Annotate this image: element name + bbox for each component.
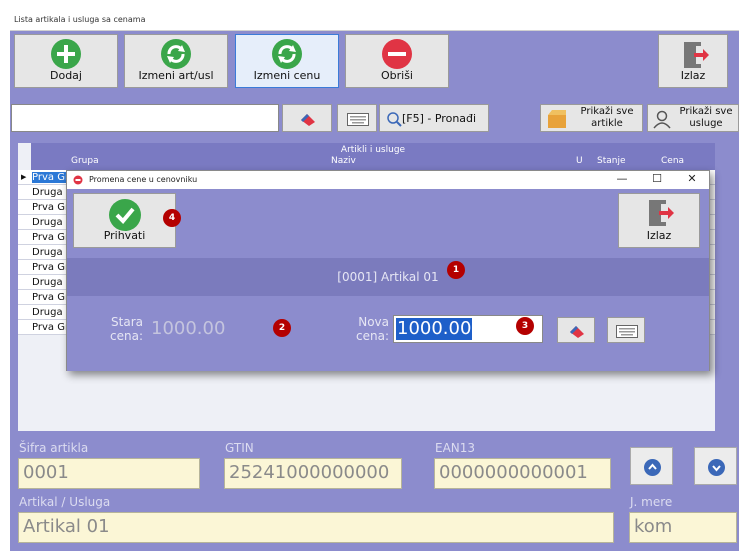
dialog-title-text: Promena cene u cenovniku: [89, 175, 198, 184]
dialog-body: Prihvati 4 Izlaz [0001] Artikal 01 1 Sta…: [67, 189, 709, 371]
list-column-header: Grupa Naziv U Stanje Cena: [31, 156, 715, 170]
show-articles-label-2: artikle: [591, 118, 623, 129]
clear-button[interactable]: [282, 104, 332, 132]
name-label: Artikal / Usluga: [19, 495, 111, 509]
refresh-icon: [272, 39, 302, 69]
user-icon: [653, 110, 671, 129]
exit-label: Izlaz: [680, 69, 706, 82]
col-name[interactable]: Naziv: [331, 156, 356, 166]
delete-label: Obriši: [380, 69, 413, 82]
item-header-text: [0001] Artikal 01: [337, 270, 439, 284]
col-unit[interactable]: U: [576, 156, 583, 166]
col-price[interactable]: Cena: [661, 156, 684, 166]
delete-button[interactable]: Obriši: [345, 34, 449, 88]
code-field[interactable]: 0001: [18, 458, 200, 489]
find-button[interactable]: [F5] - Pronađi: [379, 104, 489, 132]
show-services-button[interactable]: Prikaži sve usluge: [647, 104, 739, 132]
minimize-button[interactable]: —: [607, 171, 637, 187]
step-badge-4: 4: [163, 209, 181, 227]
unit-label: J. mere: [630, 495, 673, 509]
edit-item-button[interactable]: Izmeni art/usl: [124, 34, 228, 88]
new-price-label: Nova cena:: [356, 315, 389, 343]
search-icon: [387, 112, 402, 127]
row-pointer-icon: ▶: [21, 173, 27, 181]
chevron-down-icon: [708, 459, 725, 476]
gtin-field[interactable]: 25241000000000: [224, 458, 402, 489]
prev-record-button[interactable]: [630, 447, 673, 485]
ean-field[interactable]: 0000000000001: [434, 458, 611, 489]
dialog-exit-label: Izlaz: [646, 229, 672, 242]
dialog-exit-button[interactable]: Izlaz: [618, 193, 700, 248]
code-label: Šifra artikla: [19, 441, 89, 455]
show-articles-button[interactable]: Prikaži sve artikle: [540, 104, 643, 132]
edit-price-label: Izmeni cenu: [253, 69, 321, 82]
old-price-label: Stara cena:: [110, 315, 143, 343]
col-stock[interactable]: Stanje: [597, 156, 626, 166]
exit-door-icon: [649, 200, 674, 226]
add-button[interactable]: Dodaj: [14, 34, 118, 88]
exit-door-icon: [684, 42, 709, 68]
step-badge-2: 2: [273, 319, 291, 337]
edit-item-label: Izmeni art/usl: [138, 69, 214, 82]
minus-icon: [382, 39, 412, 69]
eraser-icon: [570, 326, 584, 338]
search-input[interactable]: [11, 104, 279, 132]
dialog-keyboard-button[interactable]: [607, 317, 645, 343]
maximize-button[interactable]: ☐: [642, 171, 672, 187]
accept-button[interactable]: Prihvati: [73, 193, 176, 248]
dialog-clear-button[interactable]: [557, 317, 595, 343]
show-services-label-2: usluge: [689, 118, 723, 129]
unit-field[interactable]: kom: [629, 512, 737, 543]
gtin-label: GTIN: [225, 441, 254, 455]
add-label: Dodaj: [50, 69, 82, 82]
window-title: Lista artikala i usluga sa cenama: [10, 12, 739, 31]
refresh-icon: [161, 39, 191, 69]
new-price-value: 1000.00: [396, 318, 473, 340]
show-services-label-1: Prikaži sve: [679, 106, 733, 117]
show-articles-label-1: Prikaži sve: [580, 106, 634, 117]
col-group[interactable]: Grupa: [71, 156, 99, 166]
keyboard-button[interactable]: [337, 104, 377, 132]
close-button[interactable]: ✕: [677, 171, 707, 187]
chevron-up-icon: [644, 459, 661, 476]
accept-label: Prihvati: [103, 229, 146, 242]
keyboard-icon: [347, 113, 369, 126]
ean-label: EAN13: [435, 441, 476, 455]
step-badge-1: 1: [447, 261, 465, 279]
item-header: [0001] Artikal 01: [67, 258, 709, 296]
find-label: [F5] - Pronađi: [402, 112, 477, 125]
edit-price-button[interactable]: Izmeni cenu: [235, 34, 339, 88]
old-price-field: 1000.00: [151, 315, 279, 343]
keyboard-icon: [616, 325, 638, 338]
name-field[interactable]: Artikal 01: [18, 512, 614, 543]
search-row: [F5] - Pronađi Prikaži sve artikle Prika…: [10, 102, 739, 138]
app-icon: [73, 175, 83, 185]
next-record-button[interactable]: [694, 447, 737, 485]
checkmark-icon: [108, 199, 141, 231]
step-badge-3: 3: [516, 317, 534, 335]
exit-button[interactable]: Izlaz: [658, 34, 728, 88]
box-icon: [548, 110, 566, 128]
price-change-dialog: Promena cene u cenovniku — ☐ ✕ Prihvati …: [66, 170, 710, 371]
plus-icon: [51, 39, 81, 69]
eraser-icon: [301, 114, 315, 126]
